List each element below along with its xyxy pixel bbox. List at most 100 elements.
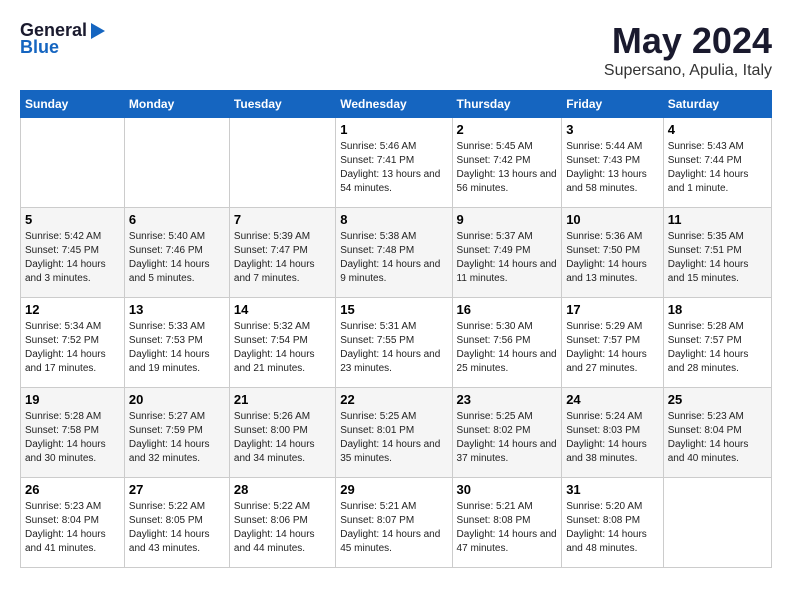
table-row: 14Sunrise: 5:32 AMSunset: 7:54 PMDayligh… <box>229 298 335 388</box>
col-monday: Monday <box>124 91 229 118</box>
cell-content: Daylight: 14 hours and 32 minutes. <box>129 438 225 466</box>
cell-content: Daylight: 13 hours and 58 minutes. <box>566 168 659 196</box>
cell-content: Sunrise: 5:33 AM <box>129 320 225 334</box>
cell-content: Sunrise: 5:25 AM <box>457 410 558 424</box>
day-number: 15 <box>340 302 447 317</box>
month-title: May 2024 <box>604 20 772 62</box>
table-row: 7Sunrise: 5:39 AMSunset: 7:47 PMDaylight… <box>229 208 335 298</box>
cell-content: Sunrise: 5:28 AM <box>25 410 120 424</box>
cell-content: Daylight: 14 hours and 34 minutes. <box>234 438 331 466</box>
cell-content: Daylight: 14 hours and 23 minutes. <box>340 348 447 376</box>
cell-content: Sunrise: 5:43 AM <box>668 140 767 154</box>
day-number: 30 <box>457 482 558 497</box>
day-number: 29 <box>340 482 447 497</box>
cell-content: Daylight: 13 hours and 56 minutes. <box>457 168 558 196</box>
table-row: 18Sunrise: 5:28 AMSunset: 7:57 PMDayligh… <box>663 298 771 388</box>
cell-content: Sunset: 8:04 PM <box>668 424 767 438</box>
table-row: 30Sunrise: 5:21 AMSunset: 8:08 PMDayligh… <box>452 478 562 568</box>
table-row: 4Sunrise: 5:43 AMSunset: 7:44 PMDaylight… <box>663 118 771 208</box>
calendar-week-row: 5Sunrise: 5:42 AMSunset: 7:45 PMDaylight… <box>21 208 772 298</box>
cell-content: Sunset: 7:57 PM <box>566 334 659 348</box>
cell-content: Daylight: 14 hours and 48 minutes. <box>566 528 659 556</box>
cell-content: Sunset: 7:50 PM <box>566 244 659 258</box>
day-number: 18 <box>668 302 767 317</box>
cell-content: Daylight: 14 hours and 9 minutes. <box>340 258 447 286</box>
day-number: 10 <box>566 212 659 227</box>
table-row: 24Sunrise: 5:24 AMSunset: 8:03 PMDayligh… <box>562 388 664 478</box>
table-row: 22Sunrise: 5:25 AMSunset: 8:01 PMDayligh… <box>336 388 452 478</box>
cell-content: Sunset: 8:00 PM <box>234 424 331 438</box>
col-sunday: Sunday <box>21 91 125 118</box>
cell-content: Sunset: 7:47 PM <box>234 244 331 258</box>
cell-content: Daylight: 14 hours and 17 minutes. <box>25 348 120 376</box>
day-number: 16 <box>457 302 558 317</box>
day-number: 2 <box>457 122 558 137</box>
cell-content: Sunset: 7:54 PM <box>234 334 331 348</box>
cell-content: Sunset: 8:01 PM <box>340 424 447 438</box>
day-number: 3 <box>566 122 659 137</box>
calendar-week-row: 1Sunrise: 5:46 AMSunset: 7:41 PMDaylight… <box>21 118 772 208</box>
cell-content: Sunset: 7:41 PM <box>340 154 447 168</box>
cell-content: Sunrise: 5:22 AM <box>129 500 225 514</box>
title-section: May 2024 Supersano, Apulia, Italy <box>604 20 772 80</box>
cell-content: Sunset: 7:53 PM <box>129 334 225 348</box>
cell-content: Sunset: 8:08 PM <box>566 514 659 528</box>
cell-content: Sunset: 7:55 PM <box>340 334 447 348</box>
table-row: 1Sunrise: 5:46 AMSunset: 7:41 PMDaylight… <box>336 118 452 208</box>
cell-content: Sunrise: 5:45 AM <box>457 140 558 154</box>
cell-content: Sunrise: 5:28 AM <box>668 320 767 334</box>
cell-content: Sunrise: 5:23 AM <box>668 410 767 424</box>
cell-content: Daylight: 14 hours and 15 minutes. <box>668 258 767 286</box>
cell-content: Daylight: 14 hours and 44 minutes. <box>234 528 331 556</box>
table-row: 31Sunrise: 5:20 AMSunset: 8:08 PMDayligh… <box>562 478 664 568</box>
day-number: 1 <box>340 122 447 137</box>
day-number: 20 <box>129 392 225 407</box>
table-row: 21Sunrise: 5:26 AMSunset: 8:00 PMDayligh… <box>229 388 335 478</box>
table-row: 16Sunrise: 5:30 AMSunset: 7:56 PMDayligh… <box>452 298 562 388</box>
table-row: 29Sunrise: 5:21 AMSunset: 8:07 PMDayligh… <box>336 478 452 568</box>
cell-content: Sunrise: 5:36 AM <box>566 230 659 244</box>
calendar-week-row: 12Sunrise: 5:34 AMSunset: 7:52 PMDayligh… <box>21 298 772 388</box>
day-number: 25 <box>668 392 767 407</box>
cell-content: Daylight: 14 hours and 37 minutes. <box>457 438 558 466</box>
cell-content: Daylight: 14 hours and 35 minutes. <box>340 438 447 466</box>
calendar-header-row: Sunday Monday Tuesday Wednesday Thursday… <box>21 91 772 118</box>
col-tuesday: Tuesday <box>229 91 335 118</box>
cell-content: Sunrise: 5:24 AM <box>566 410 659 424</box>
cell-content: Daylight: 13 hours and 54 minutes. <box>340 168 447 196</box>
cell-content: Sunset: 7:43 PM <box>566 154 659 168</box>
cell-content: Sunset: 7:59 PM <box>129 424 225 438</box>
day-number: 9 <box>457 212 558 227</box>
table-row: 23Sunrise: 5:25 AMSunset: 8:02 PMDayligh… <box>452 388 562 478</box>
col-friday: Friday <box>562 91 664 118</box>
cell-content: Sunrise: 5:21 AM <box>457 500 558 514</box>
table-row: 26Sunrise: 5:23 AMSunset: 8:04 PMDayligh… <box>21 478 125 568</box>
cell-content: Sunset: 7:56 PM <box>457 334 558 348</box>
cell-content: Sunrise: 5:35 AM <box>668 230 767 244</box>
col-wednesday: Wednesday <box>336 91 452 118</box>
cell-content: Sunset: 8:05 PM <box>129 514 225 528</box>
cell-content: Daylight: 14 hours and 21 minutes. <box>234 348 331 376</box>
cell-content: Sunrise: 5:25 AM <box>340 410 447 424</box>
table-row: 15Sunrise: 5:31 AMSunset: 7:55 PMDayligh… <box>336 298 452 388</box>
cell-content: Sunset: 8:04 PM <box>25 514 120 528</box>
day-number: 21 <box>234 392 331 407</box>
page-header: General Blue May 2024 Supersano, Apulia,… <box>20 20 772 80</box>
cell-content: Sunrise: 5:20 AM <box>566 500 659 514</box>
table-row: 11Sunrise: 5:35 AMSunset: 7:51 PMDayligh… <box>663 208 771 298</box>
day-number: 4 <box>668 122 767 137</box>
cell-content: Sunrise: 5:38 AM <box>340 230 447 244</box>
cell-content: Sunset: 8:08 PM <box>457 514 558 528</box>
cell-content: Sunrise: 5:37 AM <box>457 230 558 244</box>
cell-content: Sunset: 7:44 PM <box>668 154 767 168</box>
cell-content: Daylight: 14 hours and 13 minutes. <box>566 258 659 286</box>
cell-content: Daylight: 14 hours and 43 minutes. <box>129 528 225 556</box>
day-number: 19 <box>25 392 120 407</box>
table-row: 25Sunrise: 5:23 AMSunset: 8:04 PMDayligh… <box>663 388 771 478</box>
calendar-week-row: 19Sunrise: 5:28 AMSunset: 7:58 PMDayligh… <box>21 388 772 478</box>
table-row: 10 Sunrise: 5:36 AMSunset: 7:50 PMDayligh… <box>562 208 664 298</box>
cell-content: Sunset: 8:02 PM <box>457 424 558 438</box>
day-number: 8 <box>340 212 447 227</box>
cell-content: Sunset: 7:48 PM <box>340 244 447 258</box>
cell-content: Daylight: 14 hours and 27 minutes. <box>566 348 659 376</box>
